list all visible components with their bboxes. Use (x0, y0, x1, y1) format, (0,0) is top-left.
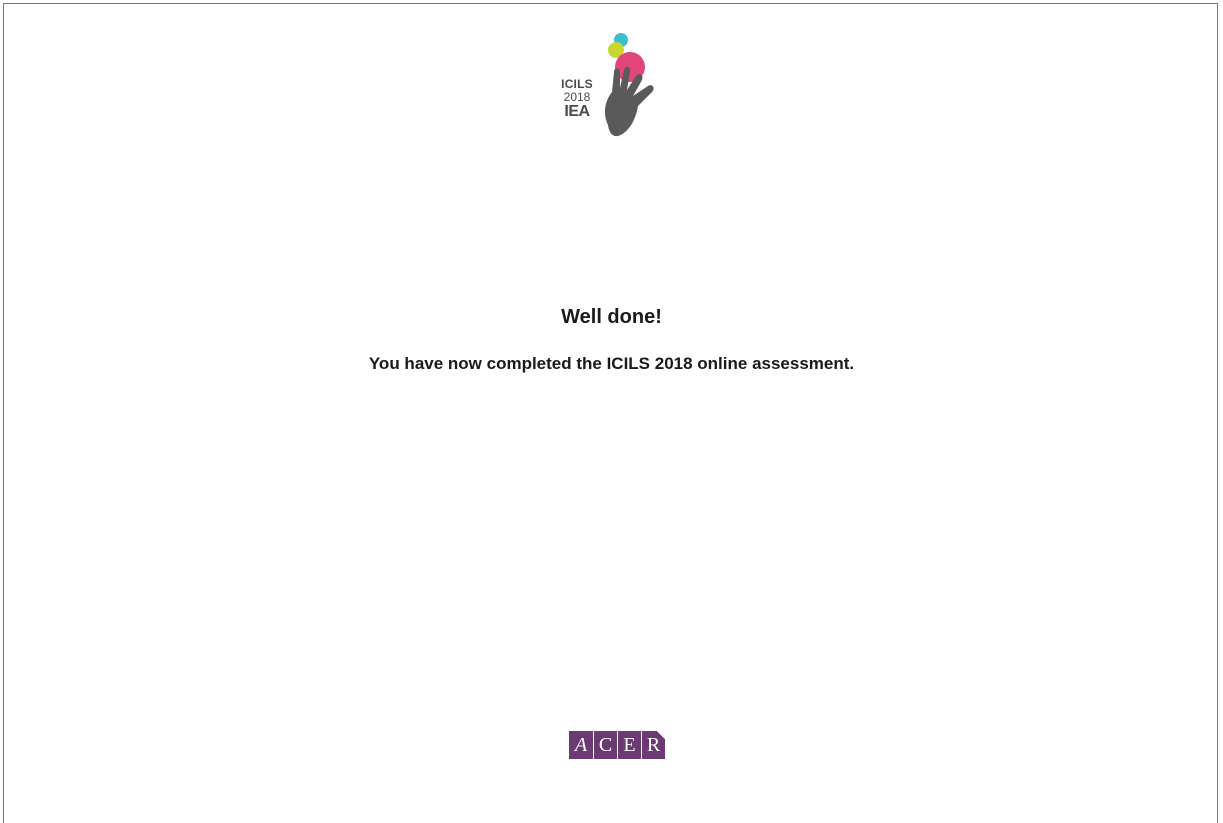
completion-heading: Well done! (561, 306, 662, 328)
logo-line-icils: ICILS (561, 77, 593, 91)
acer-letter-c: C (594, 731, 617, 759)
acer-letter-r: R (642, 731, 665, 759)
completion-message: You have now completed the ICILS 2018 on… (368, 354, 855, 373)
acer-letter-e: E (618, 731, 641, 759)
logo-line-year: 2018 (563, 90, 591, 104)
logo-line-iea: IEA (564, 103, 590, 120)
acer-logo: A C E R (569, 731, 665, 759)
acer-letter-a: A (569, 731, 593, 759)
icils-logo: ICILS 2018 IEA (556, 30, 686, 145)
icils-logo-text: ICILS 2018 IEA (561, 78, 593, 120)
